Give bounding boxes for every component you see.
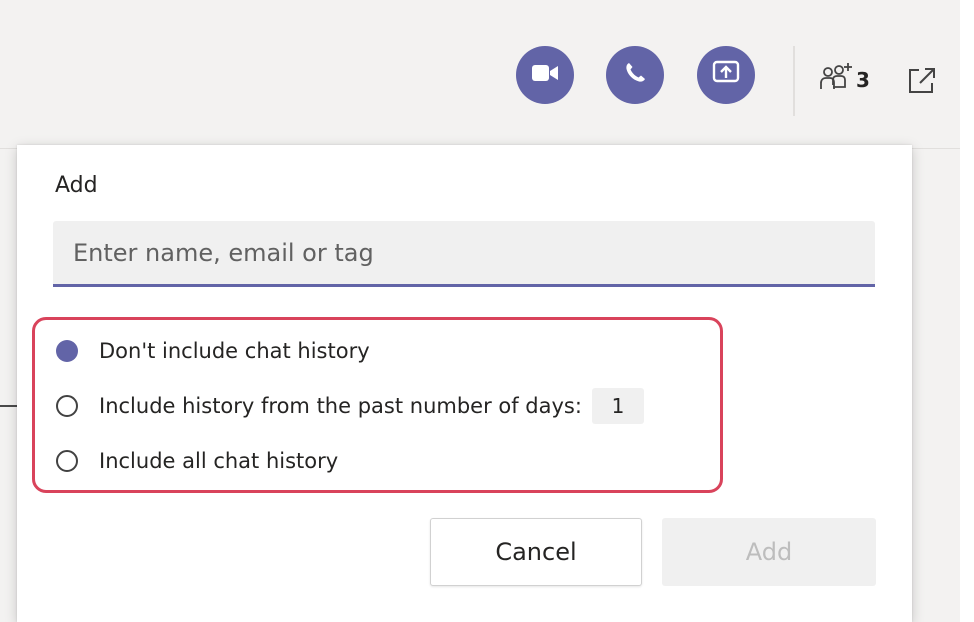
video-camera-icon	[531, 63, 559, 87]
option-past-days-label: Include history from the past number of …	[99, 394, 582, 418]
share-screen-icon	[712, 60, 740, 90]
audio-call-button[interactable]	[606, 46, 664, 104]
add-people-input[interactable]	[53, 221, 875, 287]
option-all-history[interactable]: Include all chat history	[56, 441, 338, 481]
option-no-history[interactable]: Don't include chat history	[56, 331, 370, 371]
toolbar-separator	[793, 46, 795, 116]
people-add-icon	[818, 61, 854, 99]
radio-past-days[interactable]	[56, 395, 78, 417]
days-input[interactable]	[591, 388, 644, 424]
add-button[interactable]: Add	[662, 518, 876, 586]
radio-no-history[interactable]	[56, 340, 78, 362]
add-heading: Add	[55, 173, 98, 198]
participants-button[interactable]: 3	[818, 62, 870, 98]
option-no-history-label: Don't include chat history	[99, 339, 370, 363]
popout-button[interactable]	[905, 64, 939, 98]
share-screen-button[interactable]	[697, 46, 755, 104]
video-call-button[interactable]	[516, 46, 574, 104]
cancel-button[interactable]: Cancel	[430, 518, 642, 586]
option-past-days[interactable]: Include history from the past number of …	[56, 386, 644, 426]
popout-icon	[905, 68, 939, 102]
radio-all-history[interactable]	[56, 450, 78, 472]
phone-icon	[623, 61, 647, 89]
option-all-history-label: Include all chat history	[99, 449, 339, 473]
add-people-dialog: Add Don't include chat history Include h…	[17, 145, 912, 622]
chat-history-options: Don't include chat history Include histo…	[32, 317, 723, 493]
participants-count: 3	[856, 68, 870, 92]
